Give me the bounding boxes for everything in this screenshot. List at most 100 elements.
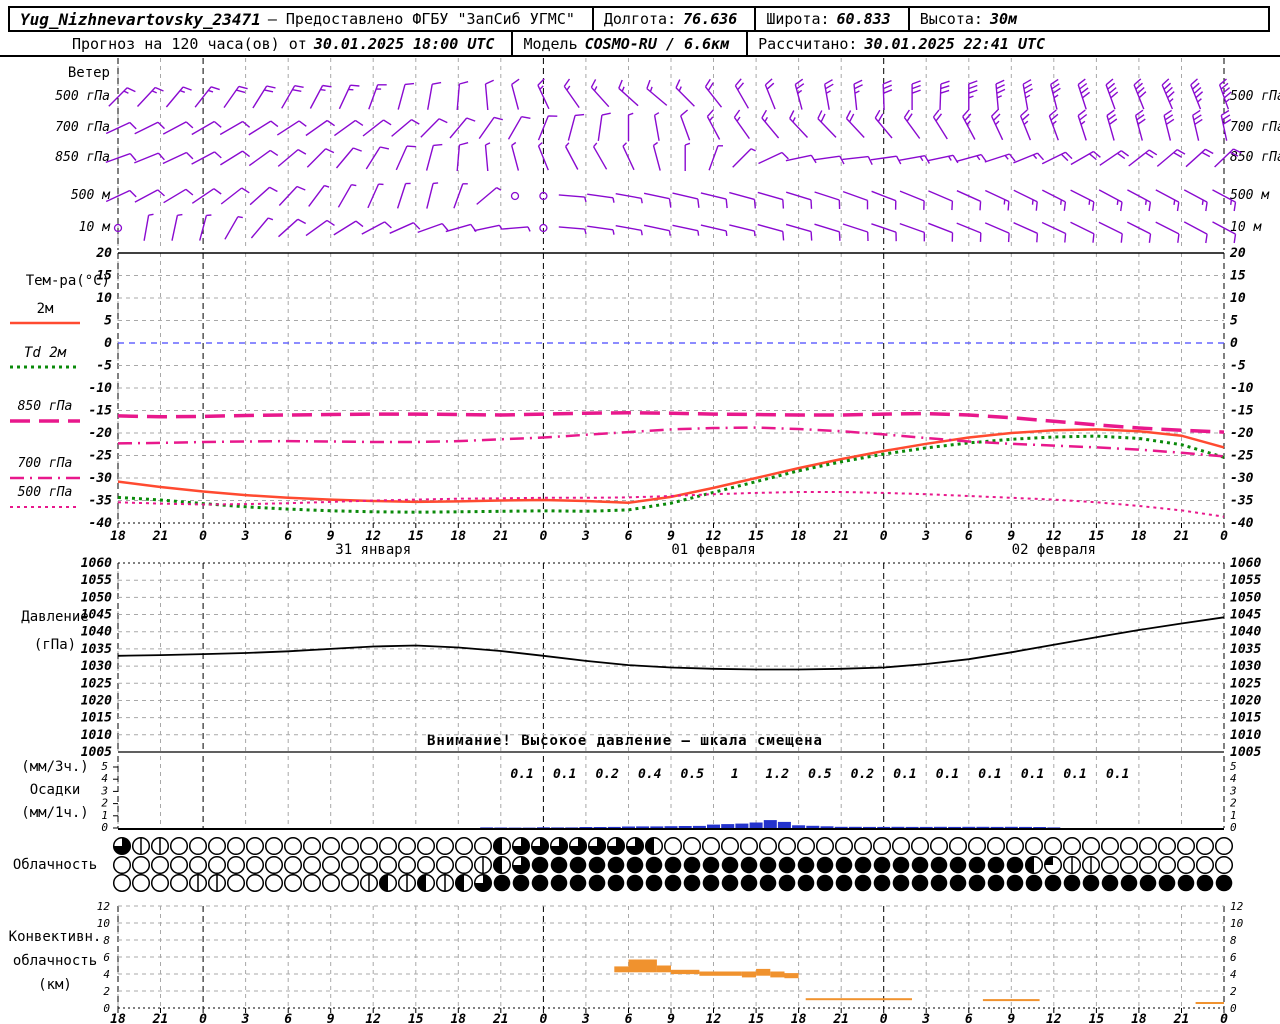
svg-text:6: 6 — [965, 529, 973, 544]
svg-text:8: 8 — [103, 934, 110, 947]
svg-text:-35: -35 — [1230, 494, 1254, 509]
svg-text:20: 20 — [1229, 246, 1246, 261]
svg-text:18: 18 — [791, 1012, 807, 1024]
svg-text:0: 0 — [1230, 1002, 1237, 1015]
svg-text:0: 0 — [1220, 1012, 1228, 1024]
svg-text:0.2: 0.2 — [851, 767, 875, 782]
wind-barbs-row-0 — [108, 78, 1232, 111]
svg-text:-25: -25 — [1230, 449, 1254, 464]
svg-text:1015: 1015 — [1230, 711, 1261, 726]
svg-text:0: 0 — [1230, 821, 1237, 834]
svg-text:6: 6 — [625, 1012, 633, 1024]
svg-text:-15: -15 — [1230, 404, 1254, 419]
svg-text:0.5: 0.5 — [808, 767, 832, 782]
svg-text:0.2: 0.2 — [595, 767, 619, 782]
svg-text:0.1: 0.1 — [1063, 767, 1086, 782]
svg-text:1055: 1055 — [1230, 573, 1261, 588]
svg-text:6: 6 — [1230, 951, 1237, 964]
svg-text:0: 0 — [880, 1012, 888, 1024]
svg-text:1020: 1020 — [1230, 693, 1261, 708]
svg-text:1035: 1035 — [1230, 642, 1261, 657]
chart-canvas: 20 2015 1510 105 50 0-5 -5-10 -10-15 -15-20 -20-2… — [10, 58, 1262, 1024]
svg-text:1060: 1060 — [1230, 556, 1261, 571]
svg-text:1040: 1040 — [1230, 625, 1261, 640]
svg-text:-25: -25 — [89, 449, 113, 464]
svg-text:21: 21 — [1173, 1012, 1190, 1024]
svg-text:0: 0 — [101, 821, 108, 834]
svg-text:10: 10 — [96, 291, 112, 306]
svg-text:-35: -35 — [89, 494, 113, 509]
svg-text:1045: 1045 — [1230, 608, 1261, 623]
svg-text:0.1: 0.1 — [893, 767, 916, 782]
conv-grid: 12 1210 108 86 64 42 20 0 — [97, 900, 1244, 1015]
svg-text:18: 18 — [450, 1012, 466, 1024]
svg-text:12: 12 — [1046, 1012, 1062, 1024]
svg-text:5: 5 — [1230, 760, 1237, 773]
meteogram-page: Yug_Nizhnevartovsky_23471 — Предоставлен… — [0, 0, 1280, 1024]
svg-text:4: 4 — [103, 968, 110, 981]
svg-text:3: 3 — [921, 529, 930, 544]
svg-text:0: 0 — [1220, 529, 1228, 544]
svg-text:1030: 1030 — [1230, 659, 1261, 674]
time-axis-bottom: 18 21 0 3 6 9 12 15 18 21 0 3 6 9 12 15 18 21 0 3 6 9 12 15 18 21… — [110, 1012, 1228, 1024]
svg-text:1005: 1005 — [81, 745, 112, 760]
svg-text:0.1: 0.1 — [936, 767, 959, 782]
svg-text:18: 18 — [1131, 529, 1147, 544]
svg-text:21: 21 — [152, 529, 169, 544]
cloud-symbols — [112, 836, 1234, 893]
svg-text:15: 15 — [1230, 269, 1246, 284]
svg-text:-5: -5 — [1230, 359, 1246, 374]
svg-text:0.1: 0.1 — [1106, 767, 1129, 782]
svg-text:-10: -10 — [89, 381, 113, 396]
svg-text:1050: 1050 — [1230, 590, 1261, 605]
svg-text:2: 2 — [1230, 797, 1237, 810]
svg-text:0: 0 — [880, 529, 888, 544]
svg-text:2: 2 — [103, 985, 110, 998]
svg-text:15: 15 — [408, 1012, 424, 1024]
svg-text:-30: -30 — [1230, 471, 1254, 486]
svg-text:8: 8 — [1230, 934, 1237, 947]
svg-text:12: 12 — [365, 1012, 381, 1024]
svg-text:15: 15 — [96, 269, 112, 284]
svg-text:02 февраля: 02 февраля — [1012, 542, 1096, 558]
svg-text:1005: 1005 — [1230, 745, 1261, 760]
wind-barbs-row-2 — [105, 141, 1242, 172]
svg-text:1060: 1060 — [81, 556, 112, 571]
svg-text:6: 6 — [284, 529, 292, 544]
svg-text:1035: 1035 — [81, 642, 112, 657]
svg-text:0.1: 0.1 — [978, 767, 1001, 782]
svg-text:18: 18 — [1131, 1012, 1147, 1024]
wind-barbs-row-1 — [105, 109, 1232, 141]
svg-text:-40: -40 — [1230, 516, 1254, 531]
svg-text:0: 0 — [539, 1012, 547, 1024]
precip-bars — [480, 820, 1061, 828]
svg-text:1010: 1010 — [81, 728, 112, 743]
svg-text:0: 0 — [199, 1012, 207, 1024]
svg-text:4: 4 — [101, 772, 108, 785]
svg-text:18: 18 — [450, 529, 466, 544]
svg-text:1055: 1055 — [81, 573, 112, 588]
svg-text:5: 5 — [104, 314, 112, 329]
svg-text:21: 21 — [492, 1012, 509, 1024]
svg-text:21: 21 — [152, 1012, 169, 1024]
svg-text:21: 21 — [832, 1012, 849, 1024]
svg-text:2: 2 — [101, 797, 108, 810]
precip-3h-values: 0.1 0.1 0.2 0.4 0.5 1 1.2 0.5 0.2 0.1 0.1 0.1 0.1 0.1… — [510, 767, 1129, 782]
svg-text:10: 10 — [1230, 917, 1244, 930]
svg-text:1.2: 1.2 — [766, 767, 790, 782]
svg-text:0.5: 0.5 — [681, 767, 705, 782]
svg-text:0.4: 0.4 — [638, 767, 662, 782]
svg-text:6: 6 — [284, 1012, 292, 1024]
svg-text:2: 2 — [1230, 985, 1237, 998]
svg-text:1010: 1010 — [1230, 728, 1261, 743]
svg-text:6: 6 — [625, 529, 633, 544]
svg-text:9: 9 — [327, 1012, 335, 1024]
svg-text:1: 1 — [731, 767, 739, 782]
svg-text:21: 21 — [1173, 529, 1190, 544]
pressure-grid: 1060 1060 1055 1055 1050 1050 1045 1045 1040 1040… — [81, 556, 1262, 760]
svg-text:-20: -20 — [89, 426, 113, 441]
wind-barbs-row-4 — [113, 213, 1237, 244]
svg-text:-10: -10 — [1230, 381, 1254, 396]
svg-text:-5: -5 — [96, 359, 112, 374]
svg-text:1045: 1045 — [81, 608, 112, 623]
